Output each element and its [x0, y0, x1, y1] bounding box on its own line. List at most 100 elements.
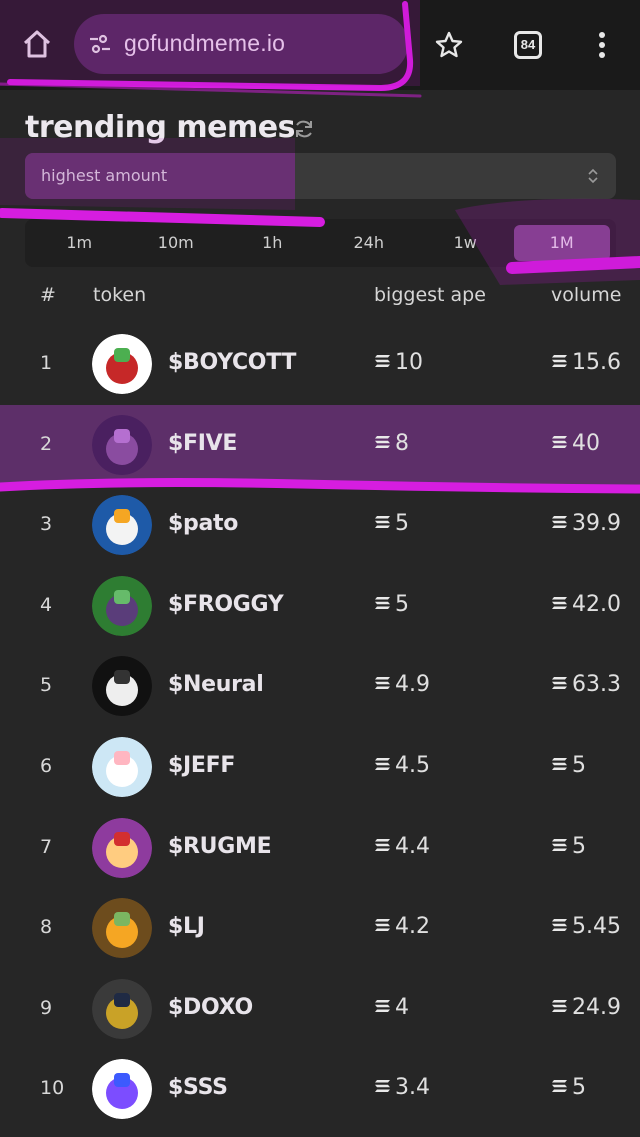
token-avatar-icon [92, 334, 152, 394]
biggest-ape-amount: 3.4 [395, 1075, 430, 1101]
row-rank: 3 [40, 513, 53, 536]
token-avatar-icon [92, 656, 152, 717]
table-row[interactable]: 4 $FROGGY 5 42.0 [0, 566, 640, 647]
token-avatar-icon [92, 414, 152, 475]
browser-toolbar: gofundmeme.io 84 [0, 0, 640, 90]
token-avatar-icon [92, 495, 152, 556]
volume-amount: 42.0 [572, 591, 621, 617]
volume-value: 5 [551, 834, 640, 859]
row-rank: 2 [40, 432, 53, 455]
biggest-ape-value: 5 [374, 511, 409, 536]
token-name[interactable]: $DOXO [168, 995, 253, 1020]
biggest-ape-amount: 5 [395, 511, 409, 537]
biggest-ape-amount: 10 [395, 350, 423, 375]
token-name[interactable]: $FROGGY [168, 592, 284, 617]
token-avatar-icon [92, 978, 152, 1039]
sort-select[interactable]: highest amount [25, 153, 616, 199]
biggest-ape-value: 10 [374, 350, 423, 375]
table-row[interactable]: 9 $DOXO 4 24.9 [0, 969, 640, 1050]
solana-icon [375, 516, 390, 529]
solana-icon [552, 838, 567, 851]
sort-select-value: highest amount [41, 166, 168, 185]
volume-amount: 5 [572, 753, 586, 778]
volume-amount: 5 [572, 1075, 586, 1101]
volume-amount: 5 [572, 833, 586, 859]
address-bar[interactable]: gofundmeme.io [74, 14, 408, 74]
tab-10m[interactable]: 10m [128, 225, 225, 261]
token-name[interactable]: $BOYCOTT [168, 350, 296, 375]
more-vert-icon[interactable] [596, 31, 608, 59]
volume-amount: 15.6 [572, 350, 621, 375]
timeframe-tabs: 1m 10m 1h 24h 1w 1M [25, 219, 616, 267]
page-title: trending memes [25, 110, 295, 145]
solana-icon [375, 1080, 390, 1093]
tab-1h[interactable]: 1h [224, 225, 321, 261]
token-name[interactable]: $RUGME [168, 834, 272, 859]
biggest-ape-value: 5 [374, 592, 409, 617]
solana-icon [375, 596, 390, 609]
table-row[interactable]: 8 $LJ 4.2 5.45 [0, 888, 640, 969]
tab-1w[interactable]: 1w [417, 225, 514, 261]
token-name[interactable]: $SSS [168, 1075, 228, 1100]
col-token[interactable]: token [93, 284, 146, 306]
token-name[interactable]: $Neural [168, 672, 264, 697]
token-name[interactable]: $JEFF [168, 753, 235, 778]
solana-icon [552, 355, 567, 367]
table-row[interactable]: 7 $RUGME 4.4 5 [0, 808, 640, 889]
solana-icon [552, 677, 567, 690]
biggest-ape-value: 3.4 [374, 1075, 430, 1100]
volume-value: 5 [551, 753, 640, 778]
tabs-icon[interactable]: 84 [514, 31, 542, 59]
tab-count: 84 [520, 37, 536, 52]
col-biggest-ape[interactable]: biggest ape [374, 284, 486, 306]
col-rank: # [40, 284, 56, 306]
biggest-ape-value: 4.5 [374, 753, 430, 778]
token-avatar-icon [92, 737, 152, 797]
volume-amount: 24.9 [572, 994, 621, 1020]
solana-icon [375, 758, 390, 770]
token-name[interactable]: $pato [168, 511, 238, 536]
volume-value: 63.3 [551, 672, 640, 697]
solana-icon [375, 999, 390, 1012]
biggest-ape-value: 4.4 [374, 834, 430, 859]
biggest-ape-value: 4.9 [374, 672, 430, 697]
volume-value: 40 [551, 431, 640, 456]
row-rank: 4 [40, 593, 53, 616]
row-rank: 5 [40, 674, 53, 697]
token-name[interactable]: $LJ [168, 914, 205, 939]
table-row[interactable]: 3 $pato 5 39.9 [0, 485, 640, 566]
col-volume[interactable]: volume [551, 284, 621, 306]
table-row[interactable]: 1 $BOYCOTT 10 15.6 [0, 324, 640, 405]
solana-icon [552, 999, 567, 1012]
biggest-ape-value: 4.2 [374, 914, 430, 939]
table-row[interactable]: 10 $SSS 3.4 5 [0, 1049, 640, 1130]
row-rank: 8 [40, 916, 53, 939]
row-rank: 9 [40, 996, 53, 1019]
volume-value: 15.6 [551, 350, 640, 375]
token-avatar-icon [92, 898, 152, 959]
table-row[interactable]: 5 $Neural 4.9 63.3 [0, 646, 640, 727]
tab-24h[interactable]: 24h [321, 225, 418, 261]
row-rank: 10 [40, 1077, 65, 1100]
volume-value: 5.45 [551, 914, 640, 939]
biggest-ape-amount: 4.5 [395, 753, 430, 778]
token-avatar-icon [92, 817, 152, 878]
row-rank: 7 [40, 835, 53, 858]
table-row[interactable]: 6 $JEFF 4.5 5 [0, 727, 640, 808]
star-icon[interactable] [434, 30, 464, 60]
tab-1m[interactable]: 1m [31, 225, 128, 261]
biggest-ape-amount: 4.9 [395, 672, 430, 698]
tune-icon[interactable] [88, 32, 112, 56]
refresh-icon[interactable] [292, 117, 316, 141]
home-icon[interactable] [20, 27, 54, 61]
biggest-ape-amount: 4.2 [395, 914, 430, 940]
biggest-ape-value: 8 [374, 431, 409, 456]
token-name[interactable]: $FIVE [168, 431, 237, 456]
solana-icon [375, 919, 390, 932]
solana-icon [552, 516, 567, 529]
row-rank: 1 [40, 352, 53, 374]
table-row[interactable]: 2 $FIVE 8 40 [0, 404, 640, 486]
solana-icon [375, 355, 390, 367]
biggest-ape-amount: 4.4 [395, 833, 430, 859]
tab-1M[interactable]: 1M [513, 225, 610, 261]
